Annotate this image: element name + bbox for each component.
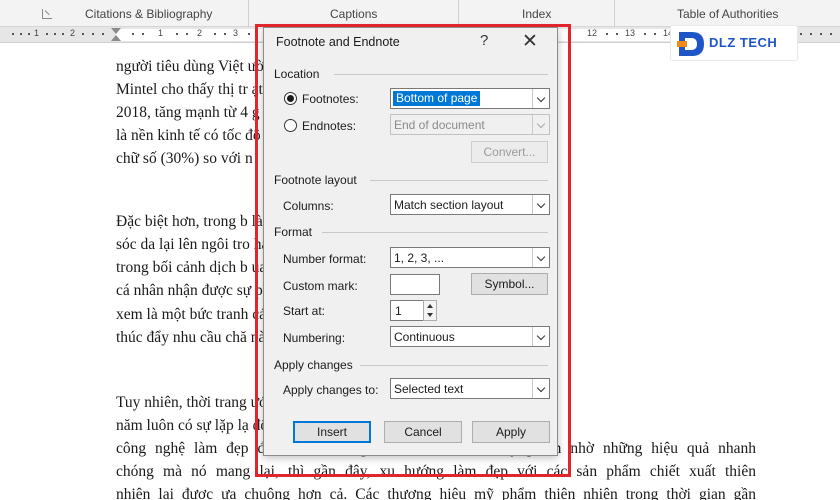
ruler-tick <box>132 33 134 35</box>
apply-changes-to-label: Apply changes to: <box>283 383 379 397</box>
start-at-input[interactable]: 1 <box>390 300 424 321</box>
start-at-value: 1 <box>395 304 402 318</box>
section-divider <box>334 74 548 75</box>
numbering-select[interactable]: Continuous <box>390 326 550 347</box>
footnote-endnote-dialog: Footnote and Endnote ? ✕ Location Footno… <box>263 27 558 456</box>
ribbon-group-citations: Citations & Bibliography <box>85 7 213 21</box>
number-format-select[interactable]: 1, 2, 3, ... <box>390 247 550 268</box>
ruler-tick <box>800 33 802 35</box>
ribbon-group-table-of-authorities: Table of Authorities <box>677 7 779 21</box>
ruler-tick <box>810 33 812 35</box>
ruler-tick <box>102 33 104 35</box>
hanging-indent-marker[interactable] <box>111 35 121 41</box>
ruler-number: 1 <box>34 28 40 38</box>
endnotes-label: Endnotes: <box>302 119 357 133</box>
format-heading: Format <box>274 225 313 239</box>
endnotes-position-select[interactable]: End of document <box>390 114 550 135</box>
apply-changes-heading: Apply changes <box>274 358 353 372</box>
ruler-tick <box>820 33 822 35</box>
doc-line: chóng mà nó mang lại, thì gần đây, xu hư… <box>116 463 756 480</box>
number-format-label: Number format: <box>283 252 367 266</box>
ribbon-separator <box>614 0 615 27</box>
section-divider <box>370 180 548 181</box>
apply-button[interactable]: Apply <box>472 421 550 443</box>
ruler-tick <box>606 33 608 35</box>
ruler-tick <box>644 33 646 35</box>
numbering-value: Continuous <box>394 330 455 344</box>
spin-up-icon[interactable] <box>427 304 433 308</box>
ruler-tick <box>248 33 250 35</box>
dialog-title: Footnote and Endnote <box>276 35 400 49</box>
chevron-down-icon[interactable] <box>532 115 549 134</box>
ribbon-separator <box>458 0 459 27</box>
section-divider <box>360 365 548 366</box>
chevron-down-icon[interactable] <box>532 195 549 214</box>
ruler-number: 3 <box>233 28 239 38</box>
ruler-tick <box>62 33 64 35</box>
spin-down-icon[interactable] <box>427 313 433 317</box>
ruler-number: 13 <box>625 28 636 38</box>
ruler-number: 2 <box>197 28 203 38</box>
ribbon-references: Citations & Bibliography Captions Index … <box>0 0 840 27</box>
start-at-spinner[interactable] <box>423 300 437 321</box>
symbol-button[interactable]: Symbol... <box>471 273 548 295</box>
chevron-down-icon[interactable] <box>532 379 549 398</box>
footnotes-radio[interactable] <box>284 92 297 105</box>
ruler-tick <box>20 33 22 35</box>
custom-mark-label: Custom mark: <box>283 279 358 293</box>
convert-button[interactable]: Convert... <box>471 141 548 163</box>
footnotes-position-value: Bottom of page <box>393 91 481 106</box>
ruler-tick <box>830 33 832 35</box>
brand-logo-text: DLZ TECH <box>709 35 778 50</box>
columns-label: Columns: <box>283 199 334 213</box>
footnote-layout-heading: Footnote layout <box>274 173 357 187</box>
doc-line: nhiên lại được ưa chuộng hơn cả. Các thư… <box>116 486 756 500</box>
endnotes-radio[interactable] <box>284 119 297 132</box>
section-divider <box>322 232 548 233</box>
ruler-tick <box>46 33 48 35</box>
ribbon-separator <box>248 0 249 27</box>
chevron-down-icon[interactable] <box>532 327 549 346</box>
ribbon-group-index: Index <box>522 7 552 21</box>
footnotes-position-select[interactable]: Bottom of page <box>390 88 550 109</box>
dialog-launcher-icon[interactable] <box>42 9 52 19</box>
apply-changes-to-select[interactable]: Selected text <box>390 378 550 399</box>
ribbon-group-captions: Captions <box>330 7 378 21</box>
first-line-indent-marker[interactable] <box>111 28 121 34</box>
brand-logo: DLZ TECH <box>670 25 798 61</box>
chevron-down-icon[interactable] <box>532 248 549 267</box>
ruler-tick <box>28 33 30 35</box>
ruler-tick <box>82 33 84 35</box>
close-icon[interactable]: ✕ <box>522 30 538 53</box>
brand-logo-icon <box>677 32 704 56</box>
start-at-label: Start at: <box>283 304 326 318</box>
endnotes-position-value: End of document <box>394 118 485 132</box>
ruler-number: 12 <box>587 28 598 38</box>
ruler-tick <box>186 33 188 35</box>
columns-select[interactable]: Match section layout <box>390 194 550 215</box>
ruler-number: 1 <box>158 28 164 38</box>
chevron-down-icon[interactable] <box>532 89 549 108</box>
ruler-tick <box>54 33 56 35</box>
custom-mark-input[interactable] <box>390 274 440 295</box>
cancel-button[interactable]: Cancel <box>384 421 462 443</box>
ruler-number: 2 <box>70 28 76 38</box>
help-button[interactable]: ? <box>480 32 488 49</box>
ruler-tick <box>12 33 14 35</box>
apply-changes-to-value: Selected text <box>394 382 464 396</box>
ruler-tick <box>92 33 94 35</box>
ruler-tick <box>654 33 656 35</box>
columns-value: Match section layout <box>394 198 504 212</box>
insert-button[interactable]: Insert <box>293 421 371 443</box>
ruler-tick <box>142 33 144 35</box>
numbering-label: Numbering: <box>283 331 346 345</box>
location-heading: Location <box>274 67 320 81</box>
ruler-tick <box>214 33 216 35</box>
number-format-value: 1, 2, 3, ... <box>394 251 445 265</box>
ruler-tick <box>616 33 618 35</box>
footnotes-label: Footnotes: <box>302 92 359 106</box>
ruler-tick <box>176 33 178 35</box>
ruler-tick <box>224 33 226 35</box>
